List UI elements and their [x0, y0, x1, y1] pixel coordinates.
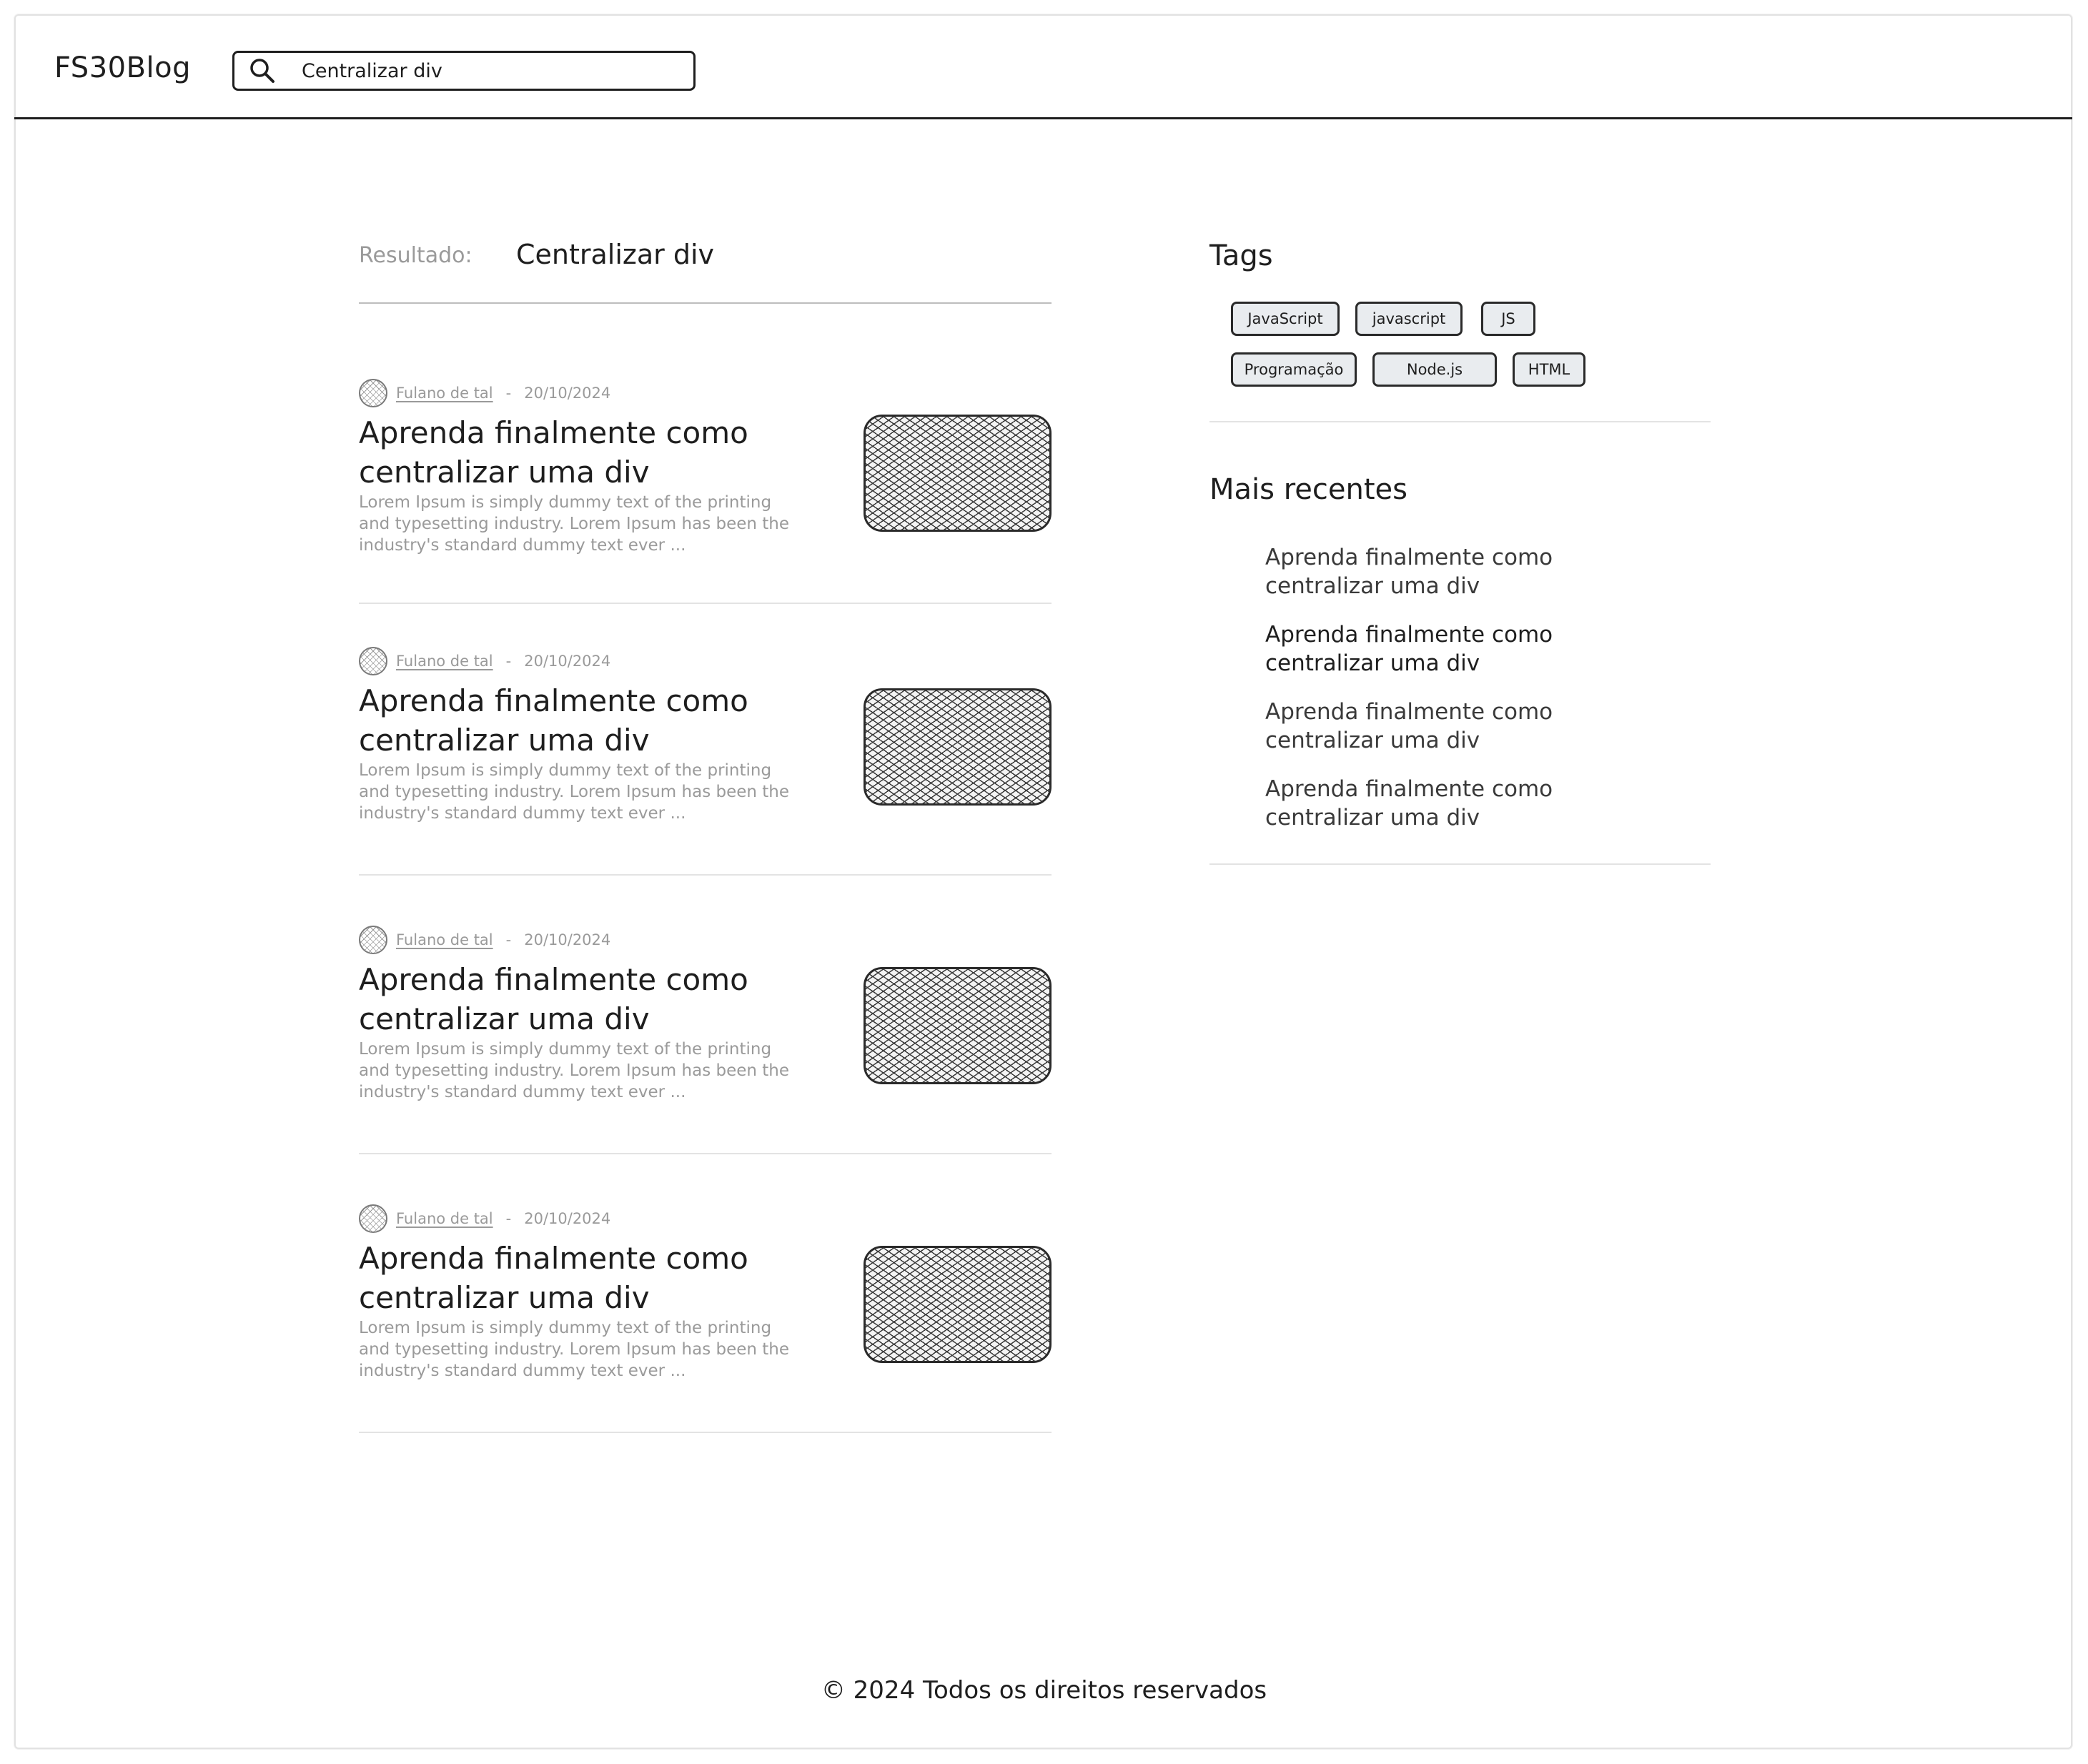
- search-box[interactable]: Centralizar div: [232, 51, 696, 91]
- author-link[interactable]: Fulano de tal: [396, 385, 493, 402]
- author-avatar: [359, 647, 387, 675]
- post-title[interactable]: Aprenda finalmente como centralizar uma …: [359, 960, 802, 1039]
- post-title[interactable]: Aprenda finalmente como centralizar uma …: [359, 1239, 802, 1317]
- tag-chip[interactable]: JS: [1481, 302, 1535, 336]
- author-avatar: [359, 1204, 387, 1233]
- recent-post-link[interactable]: Aprenda finalmente como centralizar uma …: [1265, 775, 1565, 832]
- post-date: 20/10/2024: [524, 931, 611, 948]
- post-meta: Fulano de tal - 20/10/2024: [359, 1204, 610, 1233]
- recent-heading: Mais recentes: [1209, 473, 1407, 506]
- meta-separator: -: [505, 1210, 512, 1227]
- post-date: 20/10/2024: [524, 385, 611, 402]
- post-card[interactable]: Fulano de tal - 20/10/2024 Aprenda final…: [359, 1204, 1052, 1433]
- site-logo[interactable]: FS30Blog: [54, 51, 191, 84]
- post-thumbnail[interactable]: [864, 688, 1052, 806]
- footer-copyright: © 2024 Todos os direitos reservados: [821, 1676, 1267, 1705]
- tags-heading: Tags: [1209, 239, 1273, 272]
- post-thumbnail[interactable]: [864, 1246, 1052, 1363]
- post-thumbnail[interactable]: [864, 967, 1052, 1084]
- tag-chip[interactable]: JavaScript: [1231, 302, 1340, 336]
- author-avatar: [359, 926, 387, 954]
- tag-chip[interactable]: Programação: [1231, 352, 1357, 387]
- result-query: Centralizar div: [516, 239, 715, 270]
- post-thumbnail[interactable]: [864, 415, 1052, 532]
- post-excerpt: Lorem Ipsum is simply dummy text of the …: [359, 493, 790, 555]
- post-title[interactable]: Aprenda finalmente como centralizar uma …: [359, 413, 802, 492]
- post-excerpt: Lorem Ipsum is simply dummy text of the …: [359, 1040, 790, 1101]
- search-icon[interactable]: [244, 53, 280, 89]
- post-meta: Fulano de tal - 20/10/2024: [359, 379, 610, 407]
- post-meta: Fulano de tal - 20/10/2024: [359, 926, 610, 954]
- post-excerpt: Lorem Ipsum is simply dummy text of the …: [359, 761, 790, 823]
- sidebar-divider: [1209, 863, 1711, 865]
- result-label: Resultado:: [359, 243, 472, 268]
- post-card[interactable]: Fulano de tal - 20/10/2024 Aprenda final…: [359, 647, 1052, 876]
- post-excerpt: Lorem Ipsum is simply dummy text of the …: [359, 1319, 790, 1380]
- post-card[interactable]: Fulano de tal - 20/10/2024 Aprenda final…: [359, 379, 1052, 604]
- meta-separator: -: [505, 653, 512, 670]
- author-link[interactable]: Fulano de tal: [396, 1210, 493, 1227]
- recent-post-link[interactable]: Aprenda finalmente como centralizar uma …: [1265, 698, 1565, 755]
- tag-chip[interactable]: HTML: [1513, 352, 1585, 387]
- recent-post-link[interactable]: Aprenda finalmente como centralizar uma …: [1265, 543, 1565, 600]
- recent-post-link[interactable]: Aprenda finalmente como centralizar uma …: [1265, 620, 1565, 678]
- author-avatar: [359, 379, 387, 407]
- post-date: 20/10/2024: [524, 1210, 611, 1227]
- site-header: FS30Blog Centralizar div: [14, 14, 2072, 119]
- search-input[interactable]: Centralizar div: [302, 60, 442, 82]
- meta-separator: -: [505, 931, 512, 948]
- meta-separator: -: [505, 385, 512, 402]
- search-result-header: Resultado: Centralizar div: [359, 239, 1052, 304]
- post-card[interactable]: Fulano de tal - 20/10/2024 Aprenda final…: [359, 926, 1052, 1154]
- author-link[interactable]: Fulano de tal: [396, 653, 493, 670]
- post-date: 20/10/2024: [524, 653, 611, 670]
- post-title[interactable]: Aprenda finalmente como centralizar uma …: [359, 681, 802, 760]
- post-meta: Fulano de tal - 20/10/2024: [359, 647, 610, 675]
- author-link[interactable]: Fulano de tal: [396, 931, 493, 948]
- tag-chip[interactable]: javascript: [1355, 302, 1463, 336]
- tag-chip[interactable]: Node.js: [1372, 352, 1497, 387]
- sidebar-divider: [1209, 421, 1711, 422]
